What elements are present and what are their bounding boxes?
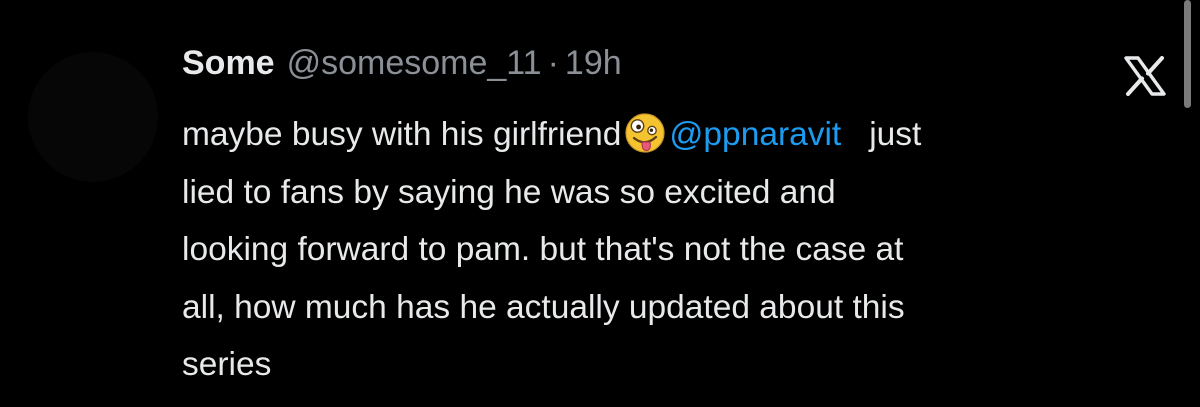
tweet-text-segment: just (869, 116, 922, 153)
timestamp[interactable]: 19h (565, 44, 622, 83)
tweet-line-1: maybe busy with his girlfriend @ppnaravi… (182, 106, 1172, 164)
scrollbar[interactable] (1184, 0, 1191, 108)
tweet-line: all, how much has he actually updated ab… (182, 288, 905, 326)
tweet-line: series (182, 346, 272, 383)
avatar[interactable] (28, 52, 158, 182)
separator-dot: · (547, 44, 559, 82)
tweet-line: looking forward to pam. but that's not t… (182, 231, 904, 268)
tweet-line: lied to fans by saying he was so excited… (182, 173, 836, 211)
display-name[interactable]: Some (182, 44, 275, 83)
mention-link[interactable]: @ppnaravit (669, 116, 841, 153)
tweet-text: maybe busy with his girlfriend @ppnaravi… (182, 106, 1172, 394)
x-logo-icon[interactable] (1122, 56, 1168, 96)
user-handle[interactable]: @somesome_11 (287, 44, 542, 83)
tweet-text-segment: maybe busy with his girlfriend (182, 116, 622, 153)
zany-face-icon (625, 113, 666, 153)
tweet-header: Some @somesome_11 · 19h (182, 44, 622, 94)
